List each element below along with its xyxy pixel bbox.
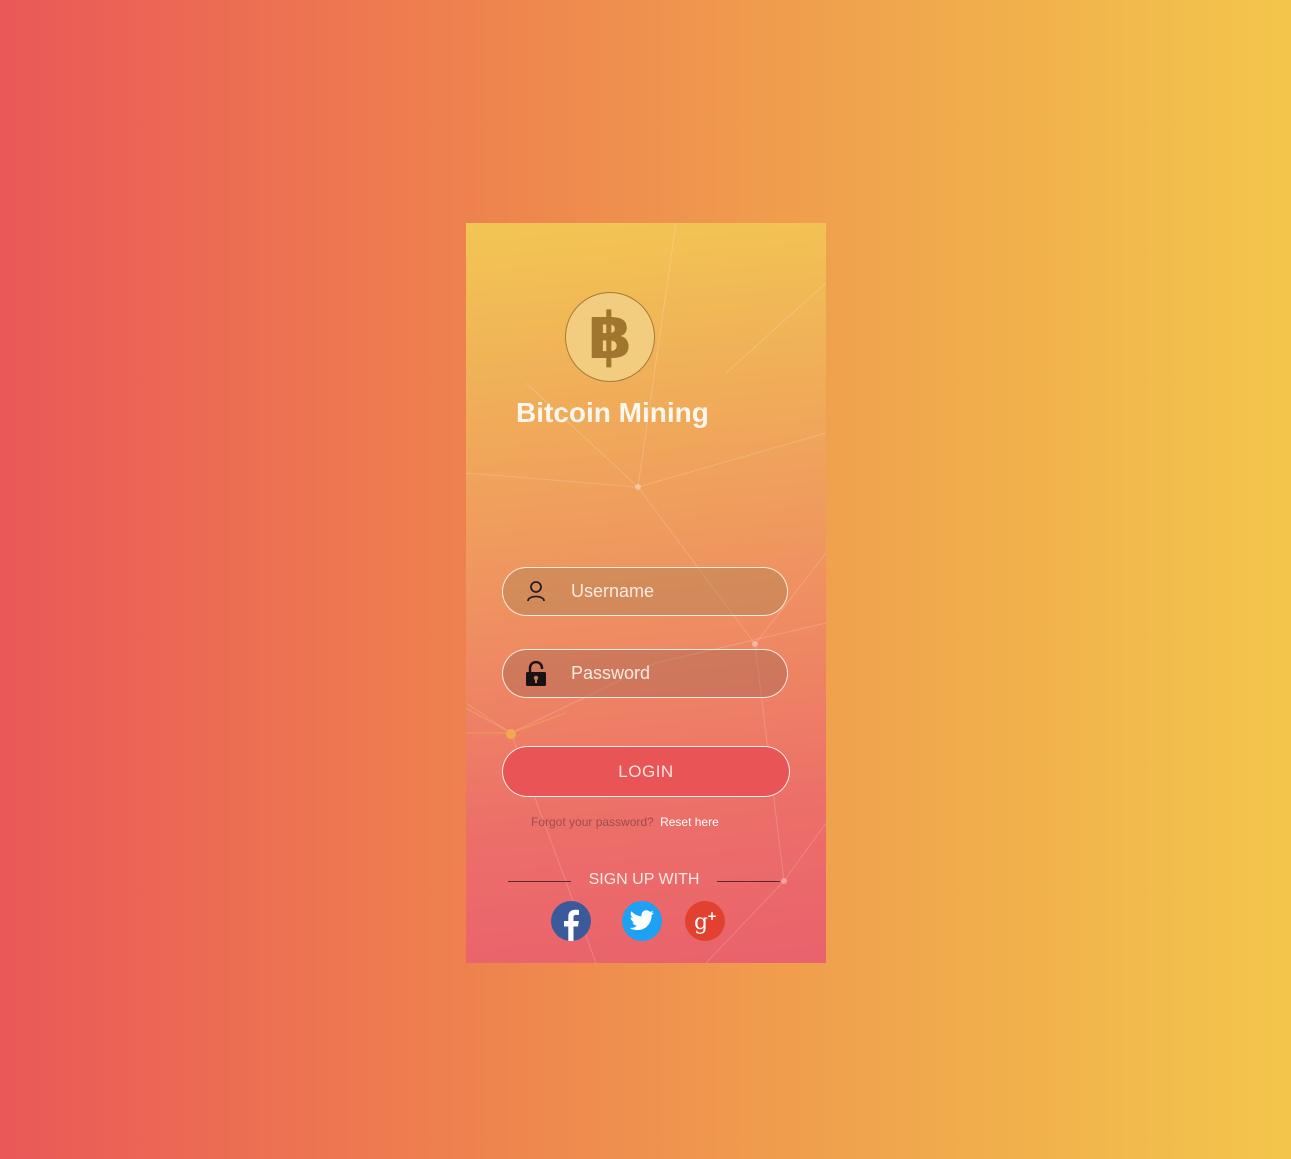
lock-icon — [526, 661, 546, 686]
twitter-icon — [629, 910, 654, 931]
divider-right — [717, 881, 780, 882]
twitter-button[interactable] — [622, 901, 662, 941]
app-title: Bitcoin Mining — [516, 397, 709, 428]
signup-label: SIGN UP WITH — [588, 871, 700, 888]
bitcoin-glyph: ฿ — [587, 300, 633, 374]
login-card: ฿ Bitcoin Mining LOGIN Forgot your passw… — [466, 223, 826, 963]
facebook-button[interactable] — [551, 901, 591, 941]
google-plus-button[interactable]: g + — [685, 901, 725, 941]
bitcoin-icon: ฿ — [565, 292, 655, 382]
google-plus-icon: g + — [694, 909, 717, 935]
facebook-icon — [564, 909, 579, 941]
svg-text:g: g — [694, 910, 708, 935]
login-button[interactable]: LOGIN — [502, 746, 790, 797]
password-input[interactable] — [571, 650, 771, 697]
reset-link[interactable]: Reset here — [660, 815, 719, 829]
username-input[interactable] — [571, 568, 771, 615]
username-field[interactable] — [502, 567, 788, 616]
forgot-password-row: Forgot your password? Reset here — [531, 815, 719, 829]
password-field[interactable] — [502, 649, 788, 698]
user-icon — [527, 581, 545, 602]
divider-left — [508, 881, 571, 882]
forgot-password-text: Forgot your password? — [531, 815, 654, 829]
svg-text:+: + — [707, 909, 717, 923]
